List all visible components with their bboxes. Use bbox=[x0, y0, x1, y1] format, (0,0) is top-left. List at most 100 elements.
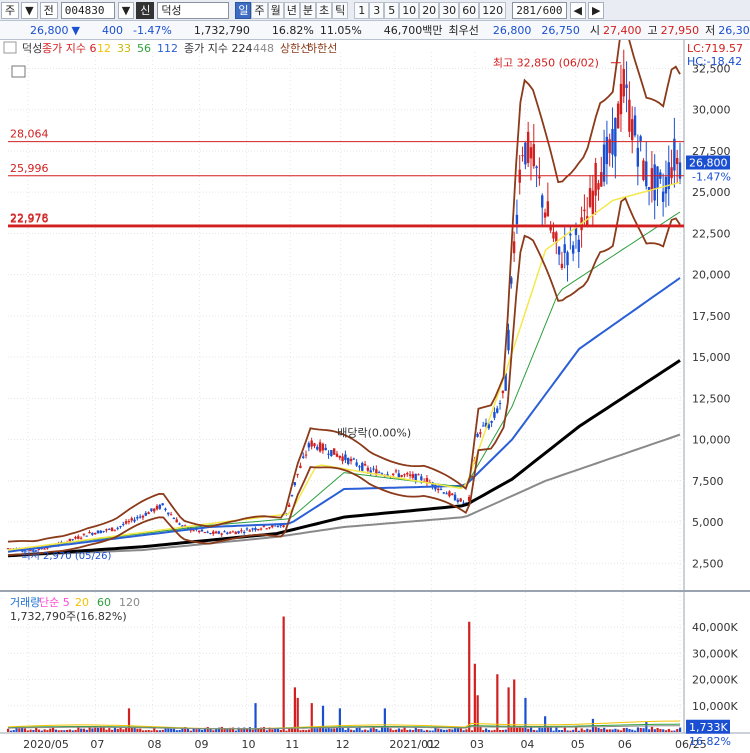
volume-tag-label: 1,733K bbox=[689, 721, 728, 734]
candle-body bbox=[197, 530, 201, 533]
volume-bar bbox=[37, 729, 41, 732]
prev-page-icon[interactable]: ◀ bbox=[569, 1, 587, 19]
period-tab-1[interactable]: 주 bbox=[251, 1, 268, 19]
stock-chart[interactable]: 32,50030,00027,50025,00022,50020,00017,5… bbox=[0, 23, 750, 751]
volume-bar bbox=[487, 729, 491, 732]
volume-bar bbox=[243, 727, 246, 732]
candle-body bbox=[341, 456, 344, 462]
interval-tab-120[interactable]: 120 bbox=[479, 1, 507, 19]
interval-tab-10[interactable]: 10 bbox=[399, 1, 420, 19]
volume-bar bbox=[544, 716, 547, 732]
interval-tab-3[interactable]: 3 bbox=[369, 1, 385, 19]
down-arrow-icon: ▼ bbox=[71, 23, 80, 37]
volume-bar bbox=[425, 729, 429, 732]
volume-bar bbox=[57, 730, 60, 732]
hline-label-3: 22,976 bbox=[10, 212, 49, 225]
candle-body bbox=[138, 516, 142, 518]
interval-tab-5[interactable]: 5 bbox=[384, 1, 400, 19]
price-legend-7: 448 bbox=[253, 42, 274, 55]
volume-bar bbox=[330, 728, 333, 732]
stock-code-input[interactable]: 004830 bbox=[60, 1, 115, 19]
volume-bar bbox=[161, 729, 164, 732]
prev-button[interactable]: 전 bbox=[39, 1, 58, 19]
interval-tab-20[interactable]: 20 bbox=[419, 1, 440, 19]
period-tab-0[interactable]: 일 bbox=[235, 1, 252, 19]
time-tick-10: 04 bbox=[520, 738, 534, 750]
next-page-icon[interactable]: ▶ bbox=[588, 1, 605, 19]
volume-bar bbox=[448, 729, 451, 732]
volume-bar bbox=[572, 729, 575, 732]
candle-body bbox=[161, 503, 164, 506]
page-counter[interactable]: 281/600 bbox=[512, 1, 567, 19]
candle-body bbox=[102, 530, 105, 532]
candle-body bbox=[105, 529, 108, 531]
candle-body bbox=[282, 525, 285, 528]
volume-bar bbox=[676, 728, 679, 732]
candle-body bbox=[217, 531, 221, 534]
candle-body bbox=[113, 529, 117, 531]
interval-tab-60[interactable]: 60 bbox=[459, 1, 480, 19]
volume-bar bbox=[555, 727, 558, 732]
volume-bar bbox=[43, 729, 46, 732]
code-lookup-icon[interactable]: ▼ bbox=[117, 1, 135, 19]
current-price-label: 26,800 bbox=[689, 156, 728, 169]
volume-bar bbox=[248, 727, 252, 732]
volume-bar bbox=[532, 729, 535, 732]
candle-body bbox=[400, 475, 403, 477]
volume-bar bbox=[501, 729, 505, 732]
legend-menu-icon bbox=[3, 41, 17, 54]
volume-bar bbox=[386, 727, 389, 732]
candle-body bbox=[594, 162, 597, 196]
price-tick-6: 17,500 bbox=[692, 310, 731, 323]
candle-body bbox=[203, 532, 207, 534]
period-tabs: 일주월년분초틱 bbox=[235, 1, 349, 19]
interval-tab-1[interactable]: 1 bbox=[354, 1, 370, 19]
period-tab-6[interactable]: 틱 bbox=[332, 1, 349, 19]
interval-tab-30[interactable]: 30 bbox=[439, 1, 460, 19]
volume-bar bbox=[262, 727, 266, 732]
candle-body bbox=[310, 440, 313, 447]
candle-body bbox=[175, 519, 178, 523]
market-dropdown-icon[interactable]: ▼ bbox=[21, 1, 38, 19]
period-tab-2[interactable]: 월 bbox=[267, 1, 284, 19]
period-tab-4[interactable]: 분 bbox=[299, 1, 316, 19]
open-price: 27,400 bbox=[603, 23, 642, 37]
candle-body bbox=[242, 531, 246, 533]
candle-body bbox=[614, 117, 617, 157]
volume-bar bbox=[409, 729, 412, 732]
chart-area[interactable]: 32,500 30,000 27,500 25,000 22,500 20,000 17,5… bbox=[0, 23, 750, 751]
candle-body bbox=[335, 453, 339, 457]
volume-bar bbox=[85, 729, 88, 732]
volume-bar bbox=[364, 729, 367, 732]
volume-bar bbox=[265, 730, 268, 732]
volume-bar bbox=[470, 730, 474, 732]
trade-amount: 46,700백만 bbox=[383, 24, 443, 37]
volume-bar bbox=[136, 728, 139, 732]
time-tick-12: 06 bbox=[618, 738, 632, 750]
period-tab-3[interactable]: 년 bbox=[283, 1, 300, 19]
credit-badge: 신 bbox=[136, 1, 155, 19]
volume-bar bbox=[91, 728, 94, 732]
candle-body bbox=[462, 502, 465, 504]
candle-body bbox=[642, 160, 645, 180]
volume-bar bbox=[122, 729, 125, 732]
volume-bar bbox=[32, 729, 35, 732]
candle-body bbox=[257, 529, 260, 531]
stock-name-field[interactable]: 덕성 bbox=[157, 1, 230, 19]
candle-body bbox=[535, 166, 538, 169]
candle-body bbox=[316, 446, 319, 450]
candle-body bbox=[108, 528, 111, 530]
candle-body bbox=[228, 532, 232, 534]
period-tab-5[interactable]: 초 bbox=[315, 1, 333, 19]
volume-bar bbox=[459, 728, 462, 732]
candle-body bbox=[526, 131, 530, 163]
market-select[interactable]: 주 bbox=[1, 1, 20, 19]
candle-body bbox=[675, 158, 679, 165]
candle-body bbox=[436, 488, 440, 491]
volume-bar bbox=[454, 728, 457, 732]
candle-body bbox=[619, 83, 623, 115]
candle-body bbox=[296, 473, 299, 475]
volume-bar bbox=[594, 727, 597, 732]
volume-bar bbox=[220, 726, 223, 732]
quote-bar: 26,800 ▼ 400 -1.47% 1,732,790 16.82% 11.… bbox=[0, 21, 750, 40]
